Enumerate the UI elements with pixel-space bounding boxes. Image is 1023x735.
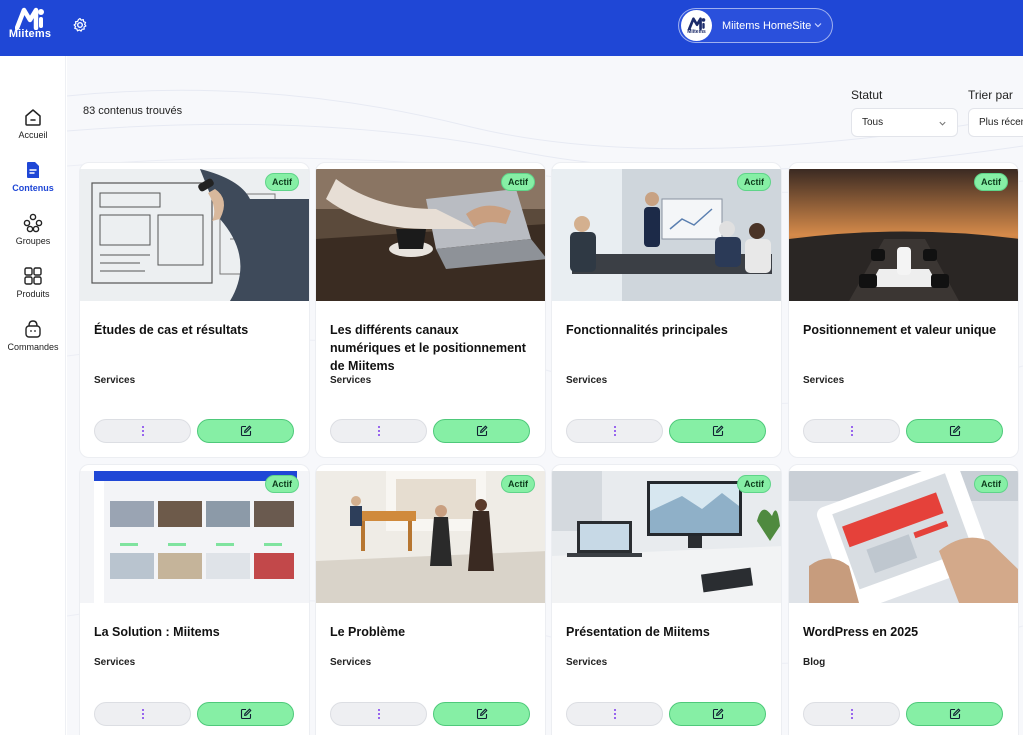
content-card[interactable]: Actif Présentation de Miitems Services — [551, 464, 782, 735]
card-title: La Solution : Miitems — [94, 625, 220, 639]
card-category: Services — [330, 657, 372, 668]
result-count: 83 contenus trouvés — [83, 105, 183, 117]
content-card[interactable]: Actif WordPress en 2025 Blog — [788, 464, 1019, 735]
edit-button[interactable] — [669, 702, 766, 726]
card-category: Services — [566, 375, 608, 386]
more-vertical-icon — [850, 426, 853, 436]
status-badge: Actif — [737, 173, 771, 191]
card-category: Services — [330, 375, 372, 386]
sidebar-item-label: Contenus — [12, 183, 54, 193]
edit-icon — [712, 425, 723, 437]
card-category: Services — [803, 375, 845, 386]
content-card[interactable]: Actif Fonctionnalités principales Servic… — [551, 162, 782, 458]
more-vertical-icon — [613, 426, 616, 436]
sidebar-item-label: Commandes — [7, 342, 59, 352]
edit-icon — [476, 425, 487, 437]
edit-icon — [240, 425, 251, 437]
card-title: Études de cas et résultats — [94, 323, 249, 337]
more-vertical-icon — [377, 426, 380, 436]
sidebar-item-label: Groupes — [15, 236, 51, 246]
status-select[interactable]: Tous — [851, 108, 958, 137]
document-icon — [27, 162, 39, 178]
edit-button[interactable] — [669, 419, 766, 443]
more-options-button[interactable] — [803, 702, 900, 726]
grid-icon — [24, 267, 42, 285]
more-options-button[interactable] — [94, 419, 191, 443]
content-card[interactable]: Actif Positionnement et valeur unique Se… — [788, 162, 1019, 458]
logo-text: Miitems — [8, 28, 52, 40]
edit-icon — [712, 708, 723, 720]
sidebar-item-label: Produits — [16, 289, 50, 299]
sort-select[interactable]: Plus récents — [968, 108, 1023, 137]
sidebar: Accueil Contenus Groupes Produits Comman… — [0, 56, 66, 735]
more-vertical-icon — [141, 426, 144, 436]
status-select-value: Tous — [862, 117, 884, 128]
status-badge: Actif — [737, 475, 771, 493]
more-options-button[interactable] — [94, 702, 191, 726]
settings-gear-icon[interactable] — [72, 17, 88, 33]
sort-select-value: Plus récents — [979, 117, 1023, 128]
edit-icon — [949, 708, 960, 720]
status-badge: Actif — [501, 475, 535, 493]
sidebar-item-produits[interactable]: Produits — [0, 266, 66, 299]
top-header: Miitems Miitems Miitems HomeSite — [0, 0, 1023, 56]
card-title: Les différents canaux numériques et le p… — [330, 323, 526, 373]
card-title: Le Problème — [330, 625, 406, 639]
card-category: Services — [94, 375, 136, 386]
status-badge: Actif — [501, 173, 535, 191]
edit-icon — [949, 425, 960, 437]
edit-button[interactable] — [197, 419, 294, 443]
more-vertical-icon — [613, 709, 616, 719]
site-selector[interactable]: Miitems Miitems HomeSite — [678, 8, 833, 43]
edit-button[interactable] — [906, 419, 1003, 443]
home-icon — [25, 109, 41, 126]
groups-icon — [23, 213, 43, 233]
card-title: Présentation de Miitems — [566, 625, 710, 639]
more-options-button[interactable] — [803, 419, 900, 443]
sidebar-item-accueil[interactable]: Accueil — [0, 107, 66, 140]
more-vertical-icon — [850, 709, 853, 719]
card-category: Blog — [803, 657, 826, 668]
sidebar-item-label: Accueil — [18, 130, 48, 140]
content-card[interactable]: Actif Les différents canaux numériques e… — [315, 162, 546, 458]
edit-button[interactable] — [906, 702, 1003, 726]
status-filter-label: Statut — [851, 88, 883, 102]
more-vertical-icon — [141, 709, 144, 719]
content-card[interactable]: Actif Le Problème Services — [315, 464, 546, 735]
site-avatar-text: Miitems — [687, 28, 706, 35]
app-logo[interactable]: Miitems — [8, 6, 52, 46]
edit-button[interactable] — [433, 702, 530, 726]
content-card[interactable]: Actif Études de cas et résultats Service… — [79, 162, 310, 458]
sidebar-item-commandes[interactable]: Commandes — [0, 319, 66, 352]
edit-icon — [240, 708, 251, 720]
card-title: WordPress en 2025 — [803, 625, 919, 639]
edit-icon — [476, 708, 487, 720]
status-badge: Actif — [265, 475, 299, 493]
main-content: 83 contenus trouvés Statut Tous Trier pa… — [67, 56, 1023, 735]
more-vertical-icon — [377, 709, 380, 719]
chevron-down-icon — [814, 23, 822, 28]
more-options-button[interactable] — [330, 702, 427, 726]
status-badge: Actif — [974, 173, 1008, 191]
content-card[interactable]: Actif La Solution : Miitems Services — [79, 464, 310, 735]
site-name: Miitems HomeSite — [722, 19, 812, 32]
card-category: Services — [94, 657, 136, 668]
status-badge: Actif — [974, 475, 1008, 493]
status-badge: Actif — [265, 173, 299, 191]
card-title: Positionnement et valeur unique — [803, 323, 997, 337]
site-avatar: Miitems — [681, 10, 712, 41]
more-options-button[interactable] — [566, 419, 663, 443]
edit-button[interactable] — [197, 702, 294, 726]
sort-filter-label: Trier par — [968, 88, 1013, 102]
logo-icon — [15, 7, 44, 30]
sidebar-item-contenus[interactable]: Contenus — [0, 160, 66, 193]
card-title: Fonctionnalités principales — [566, 323, 728, 337]
chevron-down-icon — [939, 121, 946, 126]
card-category: Services — [566, 657, 608, 668]
sidebar-item-groupes[interactable]: Groupes — [0, 213, 66, 246]
more-options-button[interactable] — [330, 419, 427, 443]
more-options-button[interactable] — [566, 702, 663, 726]
basket-icon — [25, 320, 41, 338]
edit-button[interactable] — [433, 419, 530, 443]
